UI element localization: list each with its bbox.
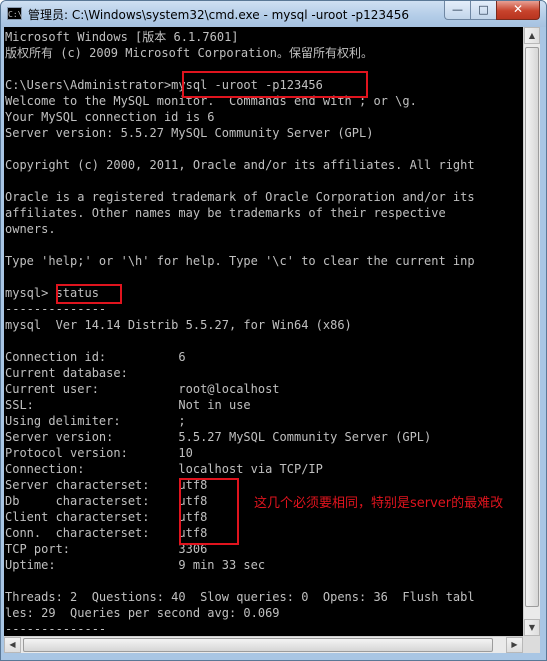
console-output[interactable]: Microsoft Windows [版本 6.1.7601] 版权所有 (c) …	[4, 27, 523, 636]
console-line: affiliates. Other names may be trademark…	[5, 206, 446, 220]
console-line: les: 29 Queries per second avg: 0.069	[5, 606, 280, 620]
console-line: Server version: 5.5.27 MySQL Community S…	[5, 126, 374, 140]
console-line: Microsoft Windows [版本 6.1.7601]	[5, 30, 239, 44]
console-line: Your MySQL connection id is 6	[5, 110, 215, 124]
console-line: Oracle is a registered trademark of Orac…	[5, 190, 475, 204]
scroll-right-arrow-icon[interactable]: ▶	[506, 637, 523, 653]
console-line: Server version: 5.5.27 MySQL Community S…	[5, 430, 432, 444]
annotation-note: 这几个必须要相同，特别是server的最难改	[254, 496, 504, 511]
close-button[interactable]: ✕	[496, 1, 540, 20]
caption-buttons: — □ ✕	[444, 1, 540, 20]
scrollbar-corner	[523, 636, 540, 653]
window-title: 管理员: C:\Windows\system32\cmd.exe - mysql…	[28, 8, 409, 22]
cmd-window: C:\ 管理员: C:\Windows\system32\cmd.exe - m…	[0, 0, 547, 661]
vertical-scroll-thumb[interactable]	[525, 47, 539, 607]
horizontal-scroll-thumb[interactable]	[23, 638, 493, 652]
console-line: Conn. characterset: utf8	[5, 526, 208, 540]
console-line: Uptime: 9 min 33 sec	[5, 558, 266, 572]
horizontal-scrollbar[interactable]: ◀ ▶	[4, 636, 523, 653]
scroll-left-arrow-icon[interactable]: ◀	[4, 637, 21, 653]
highlight-charset-values	[179, 478, 239, 545]
console-line: Threads: 2 Questions: 40 Slow queries: 0…	[5, 590, 475, 604]
console-line: --------------	[5, 622, 107, 636]
vertical-scrollbar[interactable]: ▲ ▼	[523, 27, 540, 636]
console-line: Protocol version: 10	[5, 446, 193, 460]
cmd-icon[interactable]: C:\	[7, 7, 22, 20]
console-line: Copyright (c) 2000, 2011, Oracle and/or …	[5, 158, 475, 172]
scroll-down-arrow-icon[interactable]: ▼	[524, 619, 540, 636]
console-line: TCP port: 3306	[5, 542, 208, 556]
console-line: mysql Ver 14.14 Distrib 5.5.27, for Win6…	[5, 318, 352, 332]
maximize-button[interactable]: □	[470, 1, 496, 20]
console-line: Client characterset: utf8	[5, 510, 208, 524]
highlight-login-command	[182, 71, 368, 98]
minimize-button[interactable]: —	[444, 1, 470, 20]
scroll-up-arrow-icon[interactable]: ▲	[524, 27, 540, 44]
console-line: Current user: root@localhost	[5, 382, 280, 396]
highlight-status-command	[56, 284, 122, 304]
console-line: Db characterset: utf8	[5, 494, 208, 508]
console-line: Using delimiter: ;	[5, 414, 186, 428]
console-line: Type 'help;' or '\h' for help. Type '\c'…	[5, 254, 475, 268]
console-line: 版权所有 (c) 2009 Microsoft Corporation。保留所有…	[5, 46, 373, 60]
console-line: Server characterset: utf8	[5, 478, 208, 492]
console-line: Connection id: 6	[5, 350, 186, 364]
console-line: Connection: localhost via TCP/IP	[5, 462, 323, 476]
console-line: SSL: Not in use	[5, 398, 251, 412]
console-line: Current database:	[5, 366, 128, 380]
console-line: owners.	[5, 222, 56, 236]
title-bar[interactable]: C:\ 管理员: C:\Windows\system32\cmd.exe - m…	[1, 1, 546, 27]
